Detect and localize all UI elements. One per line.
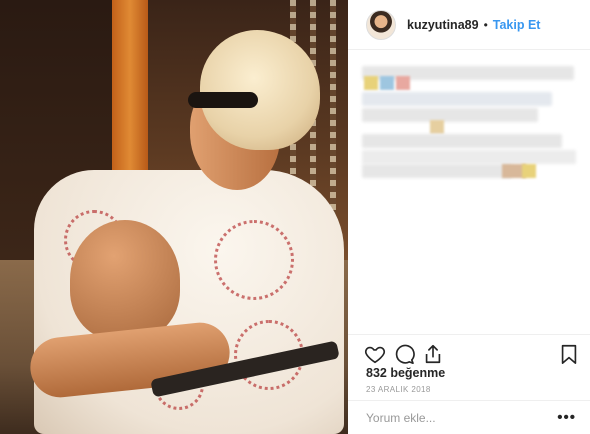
post-header: kuzyutina89 • Takip Et (348, 0, 590, 50)
caption-redacted (362, 64, 588, 184)
post-actions (348, 334, 590, 368)
follow-button[interactable]: Takip Et (493, 18, 541, 32)
redacted-emoji (380, 76, 394, 90)
more-options-icon[interactable]: ••• (557, 409, 576, 426)
shirt-pattern (214, 220, 294, 300)
header-separator: • (483, 17, 488, 32)
redacted-line (362, 164, 512, 178)
comment-bar: ••• (348, 400, 590, 434)
photo-sunglasses (188, 92, 258, 108)
post-date[interactable]: 23 ARALIK 2018 (366, 385, 431, 394)
photo-hair (200, 30, 320, 150)
likes-count[interactable]: 832 beğenme (366, 366, 445, 380)
author-username[interactable]: kuzyutina89 (407, 18, 479, 32)
comment-input[interactable] (366, 410, 558, 425)
redacted-emoji (396, 76, 410, 90)
redacted-line (362, 134, 562, 148)
comment-icon[interactable] (393, 343, 415, 365)
share-icon[interactable] (422, 343, 444, 365)
avatar[interactable] (366, 9, 396, 40)
redacted-emoji (522, 164, 536, 178)
redacted-line (362, 150, 576, 164)
post-side-panel: kuzyutina89 • Takip Et 832 beğenme 23 AR… (348, 0, 590, 434)
photo-knee (70, 220, 180, 340)
redacted-emoji (364, 76, 378, 90)
redacted-line (362, 108, 538, 122)
heart-icon[interactable] (364, 343, 386, 365)
redacted-emoji (430, 120, 444, 134)
post-photo[interactable] (0, 0, 348, 434)
instagram-post: kuzyutina89 • Takip Et 832 beğenme 23 AR… (0, 0, 590, 434)
redacted-line (362, 92, 552, 106)
bookmark-icon[interactable] (558, 343, 580, 365)
